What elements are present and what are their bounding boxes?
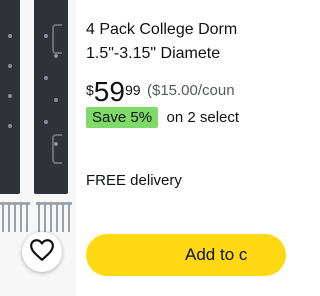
bed-riser-post-left bbox=[0, 0, 20, 194]
heart-icon bbox=[29, 238, 55, 267]
price-cents: 99 bbox=[124, 82, 141, 98]
bolt-set bbox=[0, 202, 76, 234]
save-badge: Save 5% bbox=[86, 107, 159, 128]
bed-riser-post-right bbox=[34, 0, 68, 194]
product-image[interactable] bbox=[0, 0, 76, 296]
save-detail[interactable]: on 2 select bbox=[167, 109, 240, 126]
product-title-line-2[interactable]: 1.5"-3.15" Diamete bbox=[86, 42, 320, 66]
product-title-line-1[interactable]: 4 Pack College Dorm bbox=[86, 18, 320, 42]
price-whole: 59 bbox=[93, 76, 125, 107]
unit-price: ($15.00/coun bbox=[146, 82, 235, 99]
price: $5999 ($15.00/coun bbox=[86, 78, 235, 106]
coupon-row: Save 5% on 2 select bbox=[86, 107, 239, 128]
price-currency: $ bbox=[86, 82, 94, 98]
delivery-info: FREE delivery bbox=[86, 172, 182, 189]
add-to-cart-button[interactable]: Add to c bbox=[86, 234, 286, 276]
favorite-button[interactable] bbox=[22, 232, 62, 272]
product-title[interactable]: 4 Pack College Dorm 1.5"-3.15" Diamete bbox=[86, 18, 320, 66]
